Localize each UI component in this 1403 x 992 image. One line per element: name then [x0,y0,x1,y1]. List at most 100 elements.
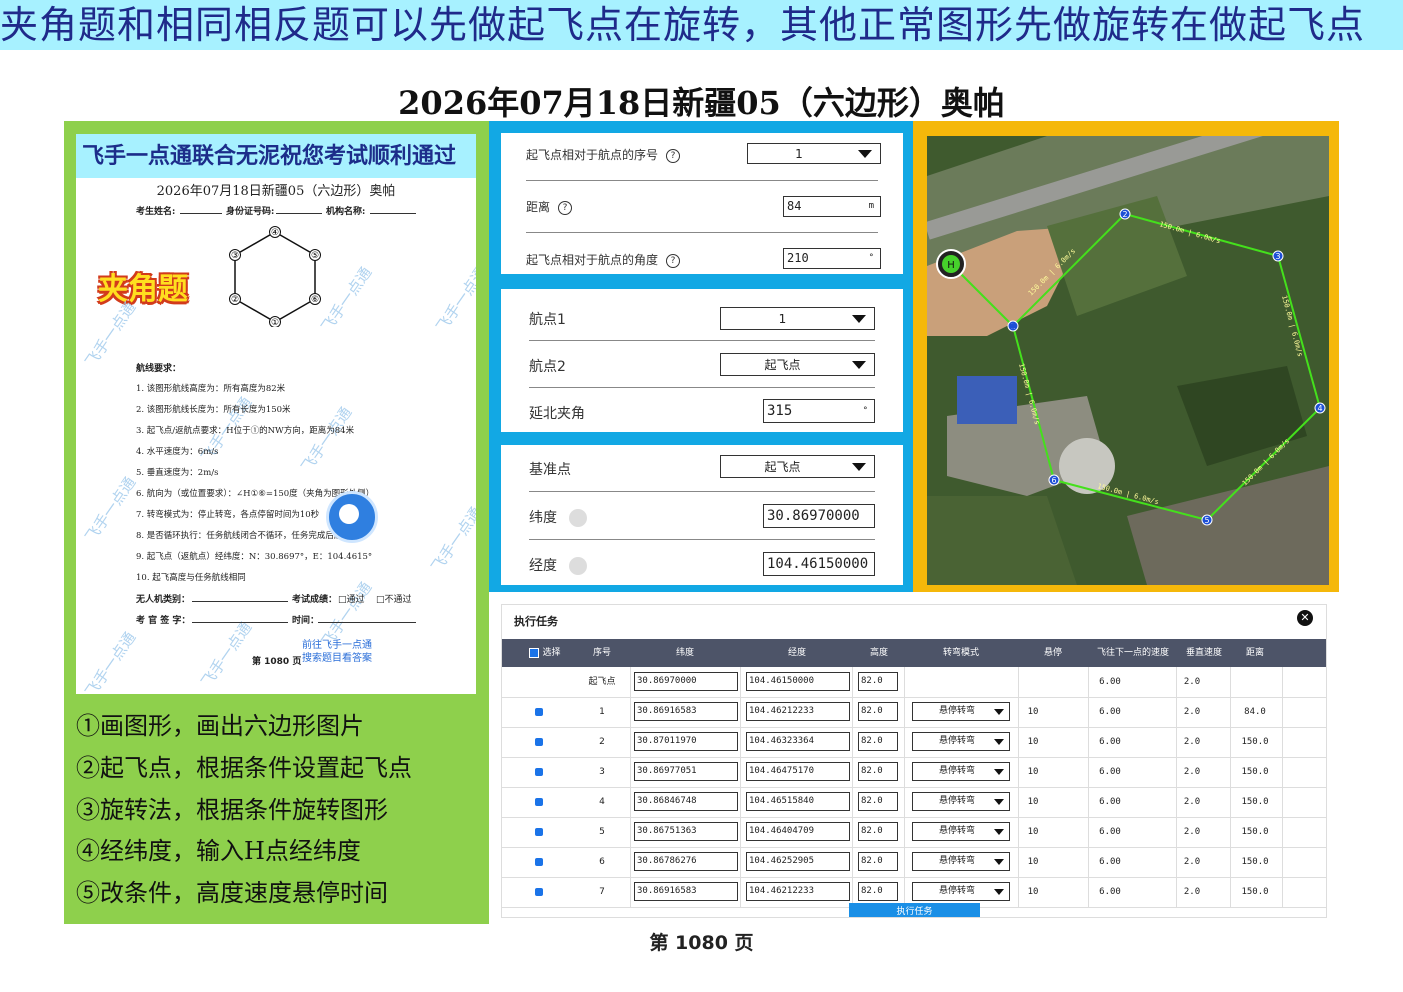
table-row[interactable]: 1 30.86916583 104.46212233 82.0 悬停转弯 10 6.00 2.… [502,697,1326,728]
cell-altitude-input[interactable]: 82.0 [858,822,898,841]
cell-altitude-input[interactable]: 82.0 [858,702,898,721]
table-row[interactable]: 6 30.86786276 104.46252905 82.0 悬停转弯 10 6.00 2.… [502,847,1326,878]
watermark: 飞手一点通 [432,263,476,336]
close-icon[interactable]: ✕ [1297,610,1313,626]
column-divider [1176,667,1177,907]
table-row[interactable]: 5 30.86751363 104.46404709 82.0 悬停转弯 10 6.00 2.… [502,817,1326,848]
cell-longitude-input[interactable]: 104.46515840 [746,792,850,811]
execute-task-panel: 执行任务 ✕ 选择 序号 纬度 经度 高度 转弯模式 悬停 飞往下一点的速度 垂… [501,604,1327,918]
cell-latitude-input[interactable]: 30.87011970 [634,732,738,751]
turn-mode-select[interactable]: 悬停转弯 [912,822,1010,841]
hexagon-diagram: ① ② ③ ④ ⑤ ⑥ [229,226,321,327]
waypoint2-label: 航点2 [529,359,566,375]
distance-input[interactable]: 84 m [783,196,881,217]
cell-latitude-input[interactable]: 30.86786276 [634,852,738,871]
header-distance: 距离 [1245,648,1264,658]
turn-mode-select[interactable]: 悬停转弯 [912,792,1010,811]
turn-mode-select[interactable]: 悬停转弯 [912,762,1010,781]
cell-altitude-input[interactable]: 82.0 [858,792,898,811]
waypoint2-select[interactable]: 起飞点 [720,353,875,376]
angle-input[interactable]: 210 ° [783,248,881,269]
help-icon[interactable]: ? [666,253,681,268]
cell-longitude-input[interactable]: 104.46212233 [746,882,850,901]
turn-mode-select[interactable]: 悬停转弯 [912,852,1010,871]
header-seq: 序号 [592,648,611,658]
turn-mode-select[interactable]: 悬停转弯 [912,702,1010,721]
cell-altitude-input[interactable]: 82.0 [858,732,898,751]
longitude-input[interactable]: 104.46150000 [763,552,875,576]
cell-altitude-input[interactable]: 82.0 [858,762,898,781]
cell-hover: 10 [1027,707,1039,717]
row-checkbox[interactable] [535,768,543,776]
seq-label: 起飞点相对于航点的序号? [526,146,681,163]
turn-mode-select[interactable]: 悬停转弯 [912,882,1010,901]
result-label: 考试成绩： [292,595,338,605]
cell-latitude-input[interactable]: 30.86970000 [634,672,738,691]
chevron-down-icon [852,360,866,369]
field-id-label: 身份证号码: [226,207,275,217]
execute-task-button[interactable]: 执行任务 [849,903,980,917]
point-1-label: ① [271,318,279,327]
column-divider [1230,667,1231,907]
cell-vspeed: 2.0 [1183,677,1201,687]
cell-distance [1230,667,1280,697]
copy-icon[interactable] [569,509,587,527]
table-row[interactable]: 起飞点 30.86970000 104.46150000 82.0 6.00 2.0 [502,667,1326,698]
turn-mode-select[interactable]: 悬停转弯 [912,732,1010,751]
takeoff-relative-card: 起飞点相对于航点的序号? 1 距离? 84 m 起飞点相对于航点的角度? 210 ° [501,133,903,274]
row-checkbox[interactable] [535,738,543,746]
cell-longitude-input[interactable]: 104.46404709 [746,822,850,841]
cell-latitude-input[interactable]: 30.86751363 [634,822,738,841]
header-select[interactable]: 选择 [520,639,570,667]
cell-altitude-input[interactable]: 82.0 [858,882,898,901]
cell-longitude-input[interactable]: 104.46150000 [746,672,850,691]
cell-altitude-input[interactable]: 82.0 [858,672,898,691]
requirements-title: 航线要求： [136,364,182,374]
latitude-input[interactable]: 30.86970000 [763,504,875,528]
cell-latitude-input[interactable]: 30.86916583 [634,702,738,721]
waypoint1-select[interactable]: 1 [720,307,875,330]
waypoint-marker: 2 [1122,210,1127,219]
help-icon[interactable]: ? [558,200,573,215]
cell-longitude-input[interactable]: 104.46475170 [746,762,850,781]
field-id-line [276,203,322,214]
cell-latitude-input[interactable]: 30.86977051 [634,762,738,781]
watermark: 飞手一点通 [197,618,256,691]
pass-option: □通过 [338,595,365,605]
row-checkbox[interactable] [535,798,543,806]
cell-longitude-input[interactable]: 104.46323364 [746,732,850,751]
cell-longitude-input[interactable]: 104.46252905 [746,852,850,871]
requirement-item: 10. 起飞高度与任务航线相同 [136,573,246,583]
help-icon[interactable]: ? [666,148,681,163]
cell-latitude-input[interactable]: 30.86846748 [634,792,738,811]
north-angle-input[interactable]: 315 ° [763,399,875,423]
row-checkbox[interactable] [535,858,543,866]
satellite-map[interactable]: 150.0m | 6.0m/s 150.0m | 6.0m/s 150.0m |… [927,136,1329,585]
waypoint-marker: 4 [1317,404,1322,413]
table-row[interactable]: 4 30.86846748 104.46515840 82.0 悬停转弯 10 6.00 2.… [502,787,1326,818]
step-3: ③旋转法，根据条件旋转图形 [76,796,388,824]
time-label: 时间： [292,616,320,626]
base-point-select[interactable]: 起飞点 [720,455,875,478]
cell-speed: 6.00 [1099,677,1121,687]
table-row[interactable]: 2 30.87011970 104.46323364 82.0 悬停转弯 10 6.00 2.… [502,727,1326,758]
chevron-down-icon [852,462,866,471]
angle-label: 起飞点相对于航点的角度? [526,251,681,268]
chevron-down-icon [994,709,1004,715]
row-checkbox[interactable] [535,708,543,716]
header-vspeed: 垂直速度 [1185,648,1222,658]
cell-longitude-input[interactable]: 104.46212233 [746,702,850,721]
seq-select[interactable]: 1 [747,143,881,164]
divider [526,180,878,181]
step-2: ②起飞点，根据条件设置起飞点 [76,754,412,782]
north-angle-label: 延北夹角 [529,406,585,422]
waypoint-marker: 5 [1204,516,1209,525]
table-row[interactable]: 3 30.86977051 104.46475170 82.0 悬停转弯 10 6.00 2.… [502,757,1326,788]
row-checkbox[interactable] [535,888,543,896]
cell-vspeed: 2.0 [1183,797,1201,807]
cell-altitude-input[interactable]: 82.0 [858,852,898,871]
cell-latitude-input[interactable]: 30.86916583 [634,882,738,901]
row-checkbox[interactable] [535,828,543,836]
copy-icon[interactable] [569,557,587,575]
table-header: 选择 序号 纬度 经度 高度 转弯模式 悬停 飞往下一点的速度 垂直速度 距离 [502,639,1326,667]
